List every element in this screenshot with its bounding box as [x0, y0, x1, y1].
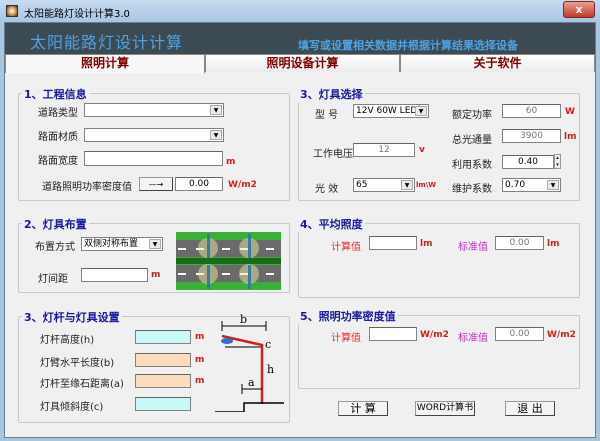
utilization-spinner[interactable]: ▴ ▾: [554, 154, 561, 169]
lpd-calc-unit: W/m2: [420, 330, 449, 340]
chevron-down-icon: ▼: [547, 180, 559, 190]
subtitle: 填写或设置相关数据并根据计算结果选择设备: [298, 39, 518, 52]
maintenance-label: 维护系数: [452, 184, 492, 195]
pole-diagram: b c h a: [215, 313, 284, 412]
tilt-input[interactable]: [135, 397, 191, 411]
curb-distance-input[interactable]: [135, 374, 191, 388]
arm-length-input[interactable]: [135, 353, 191, 367]
efficacy-value: 65: [356, 180, 368, 190]
flux-unit: lm: [564, 132, 577, 142]
layout-value: 双侧对称布置: [84, 239, 139, 249]
lpd-label: 道路照明功率密度值: [42, 182, 132, 193]
lpd-value-field[interactable]: 0.00: [175, 177, 223, 191]
tab-equipment-calc[interactable]: 照明设备计算: [205, 54, 400, 72]
illum-calc-field[interactable]: [369, 236, 417, 250]
lpd-std-label: 标准值: [458, 333, 488, 344]
illum-calc-label: 计算值: [331, 242, 361, 253]
road-type-label: 道路类型: [38, 108, 78, 119]
tab-lighting-calc[interactable]: 照明计算: [5, 54, 205, 73]
arm-length-unit: m: [195, 355, 205, 365]
maintenance-select[interactable]: 0.70 ▼: [502, 178, 561, 192]
word-report-button[interactable]: WORD计算书: [415, 401, 475, 416]
voltage-unit: v: [419, 145, 425, 155]
illum-calc-unit: lm: [420, 239, 433, 249]
chevron-down-icon: ▼: [401, 180, 413, 190]
diagram-label-c: c: [265, 338, 271, 351]
calculate-button[interactable]: 计 算: [338, 401, 388, 416]
layout-group-title: 2、灯具布置: [22, 216, 89, 232]
chevron-down-icon: ▼: [149, 239, 161, 249]
utilization-input[interactable]: 0.40: [502, 155, 554, 169]
layout-select[interactable]: 双侧对称布置 ▼: [81, 237, 163, 251]
rated-power-label: 额定功率: [452, 110, 492, 121]
power-density-title: 5、照明功率密度值: [298, 308, 398, 324]
arm-length-label: 灯臂水平长度(b): [40, 358, 115, 369]
road-width-unit: m: [226, 157, 236, 167]
road-type-select[interactable]: ▼: [84, 103, 224, 117]
utilization-label: 利用系数: [452, 160, 492, 171]
exit-button[interactable]: 退 出: [505, 401, 555, 416]
illum-std-unit: lm: [547, 239, 560, 249]
surface-label: 路面材质: [38, 132, 78, 143]
flux-field[interactable]: 3900: [502, 129, 561, 143]
diagram-label-a: a: [248, 376, 255, 389]
pole-height-input[interactable]: [135, 330, 191, 344]
tilt-label: 灯具倾斜度(c): [40, 402, 104, 413]
surface-select[interactable]: ▼: [84, 128, 224, 142]
avg-illuminance-group: [298, 223, 580, 298]
chevron-down-icon: ▼: [210, 105, 222, 115]
close-button[interactable]: x: [563, 1, 595, 18]
voltage-field[interactable]: 12: [353, 143, 415, 157]
app-icon: [6, 5, 18, 17]
pole-height-unit: m: [195, 332, 205, 342]
flux-label: 总光通量: [452, 135, 492, 146]
illum-std-label: 标准值: [458, 242, 488, 253]
spacing-label: 灯间距: [38, 274, 68, 285]
road-width-label: 路面宽度: [38, 156, 78, 167]
efficacy-select[interactable]: 65 ▼: [353, 178, 415, 192]
pole-settings-title: 3、灯杆与灯具设置: [22, 309, 122, 325]
rated-power-unit: W: [565, 107, 575, 117]
window-title: 太阳能路灯设计计算3.0: [24, 9, 130, 20]
voltage-label: 工作电压: [313, 149, 353, 160]
efficacy-label: 光 效: [315, 184, 339, 195]
efficacy-unit: lm\W: [416, 181, 436, 189]
layout-label: 布置方式: [35, 242, 75, 253]
chevron-down-icon: ▼: [415, 106, 427, 116]
spacing-input[interactable]: [81, 268, 148, 282]
diagram-label-h: h: [267, 363, 274, 376]
curb-distance-label: 灯杆至缘石距离(a): [40, 379, 124, 390]
avg-illuminance-title: 4、平均照度: [298, 216, 365, 232]
app-title: 太阳能路灯设计计算: [30, 33, 184, 52]
lpd-unit: W/m2: [228, 180, 257, 190]
lpd-std-field[interactable]: 0.00: [495, 327, 544, 341]
project-info-title: 1、工程信息: [22, 86, 89, 102]
pole-height-label: 灯杆高度(h): [40, 335, 95, 346]
maintenance-value: 0.70: [505, 180, 526, 190]
lpd-std-unit: W/m2: [547, 330, 576, 340]
lpd-calc-field[interactable]: [369, 327, 417, 341]
lpd-lookup-button[interactable]: —→: [139, 177, 173, 191]
rated-power-field[interactable]: 60: [502, 104, 561, 118]
road-layout-image: [176, 232, 281, 290]
model-select[interactable]: 12V 60W LED灯 ▼: [353, 104, 429, 118]
spacing-unit: m: [151, 270, 161, 280]
lamp-selection-title: 3、灯具选择: [298, 86, 365, 102]
curb-distance-unit: m: [195, 376, 205, 386]
road-width-input[interactable]: [84, 151, 223, 166]
diagram-label-b: b: [240, 313, 247, 326]
illum-std-field[interactable]: 0.00: [495, 236, 544, 250]
chevron-down-icon: ▼: [210, 130, 222, 140]
model-label: 型 号: [315, 110, 339, 121]
tab-about[interactable]: 关于软件: [400, 54, 595, 72]
lpd-calc-label: 计算值: [331, 333, 361, 344]
